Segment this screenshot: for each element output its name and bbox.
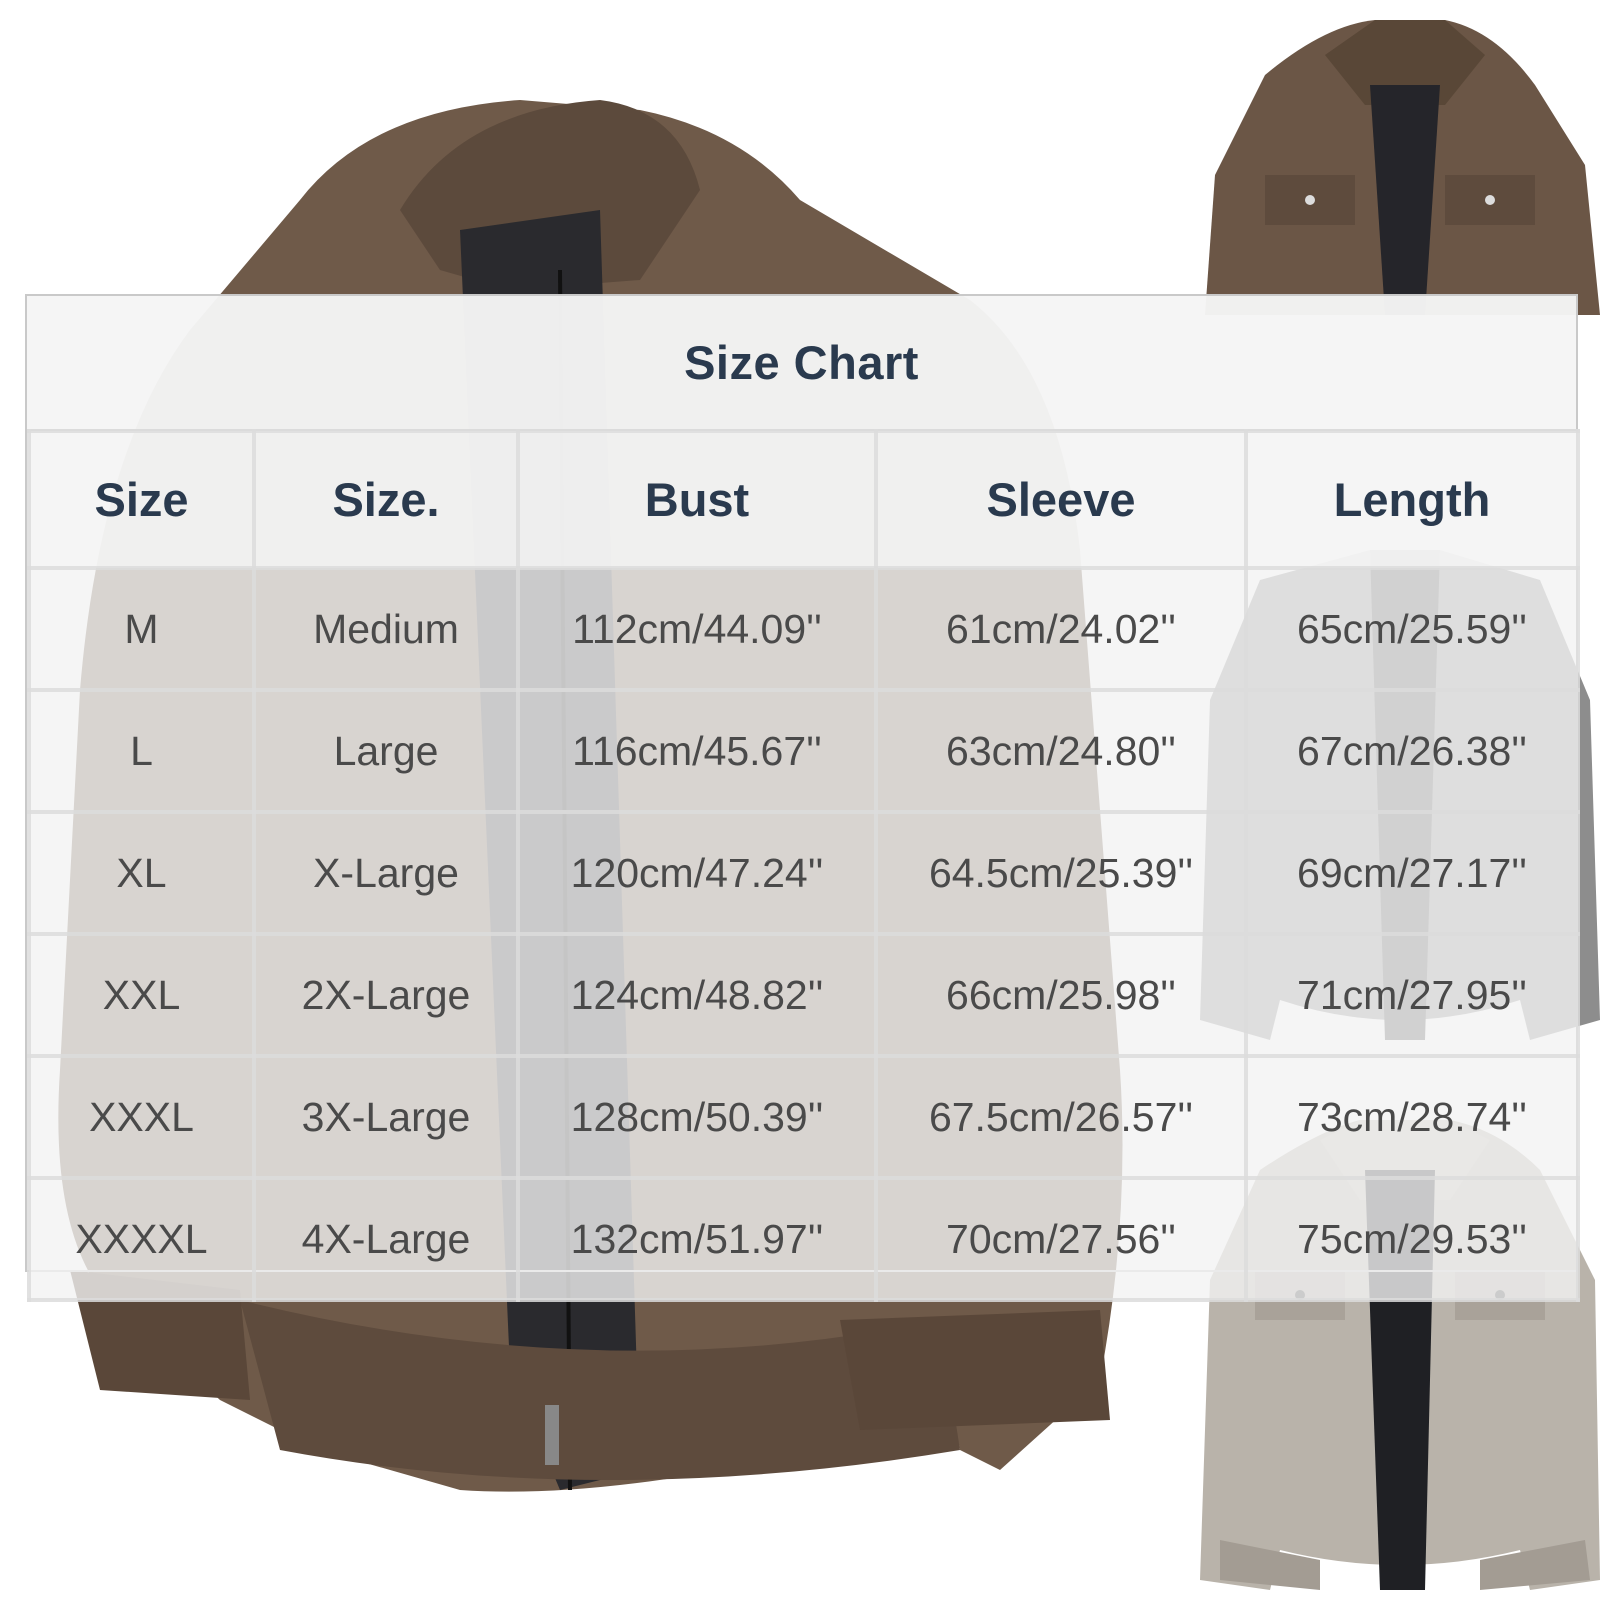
cell-sleeve: 64.5cm/25.39'' — [874, 810, 1248, 936]
cell-size-name: 4X-Large — [252, 1176, 520, 1302]
cell-size-name: X-Large — [252, 810, 520, 936]
column-header-length: Length — [1244, 429, 1580, 570]
cell-length: 73cm/28.74'' — [1244, 1054, 1580, 1180]
cell-bust: 112cm/44.09'' — [516, 566, 878, 692]
cell-size: XL — [27, 810, 256, 936]
size-table-header-row: Size Size. Bust Sleeve Length — [27, 429, 1580, 570]
column-header-sleeve: Sleeve — [874, 429, 1248, 570]
product-size-chart-image: Size Chart Size Size. Bust Sleeve Length — [0, 0, 1600, 1600]
cell-size-name: Medium — [252, 566, 520, 692]
table-row: XXL 2X-Large 124cm/48.82'' 66cm/25.98'' … — [27, 932, 1580, 1058]
cell-length: 67cm/26.38'' — [1244, 688, 1580, 814]
cell-sleeve: 61cm/24.02'' — [874, 566, 1248, 692]
cell-bust: 124cm/48.82'' — [516, 932, 878, 1058]
cell-length: 71cm/27.95'' — [1244, 932, 1580, 1058]
cell-bust: 120cm/47.24'' — [516, 810, 878, 936]
cell-length: 69cm/27.17'' — [1244, 810, 1580, 936]
cell-bust: 132cm/51.97'' — [516, 1176, 878, 1302]
size-chart-title-bar: Size Chart — [27, 296, 1576, 433]
column-header-bust: Bust — [516, 429, 878, 570]
cell-bust: 116cm/45.67'' — [516, 688, 878, 814]
size-chart-title: Size Chart — [684, 336, 919, 389]
table-row: M Medium 112cm/44.09'' 61cm/24.02'' 65cm… — [27, 566, 1580, 692]
cell-size: XXL — [27, 932, 256, 1058]
cell-size-name: 3X-Large — [252, 1054, 520, 1180]
size-chart: Size Chart Size Size. Bust Sleeve Length — [25, 294, 1580, 1302]
cell-size: XXXL — [27, 1054, 256, 1180]
table-row: XL X-Large 120cm/47.24'' 64.5cm/25.39'' … — [27, 810, 1580, 936]
cell-length: 65cm/25.59'' — [1244, 566, 1580, 692]
cell-size: M — [27, 566, 256, 692]
cell-size: XXXXL — [27, 1176, 256, 1302]
cell-sleeve: 67.5cm/26.57'' — [874, 1054, 1248, 1180]
brown-jacket-thumbnail-icon — [1205, 20, 1600, 315]
cell-sleeve: 70cm/27.56'' — [874, 1176, 1248, 1302]
column-header-size: Size — [27, 429, 256, 570]
table-row: L Large 116cm/45.67'' 63cm/24.80'' 67cm/… — [27, 688, 1580, 814]
cell-length: 75cm/29.53'' — [1244, 1176, 1580, 1302]
brown-jacket-thumbnail-image — [1205, 15, 1600, 315]
cell-sleeve: 66cm/25.98'' — [874, 932, 1248, 1058]
cell-size-name: Large — [252, 688, 520, 814]
cell-size-name: 2X-Large — [252, 932, 520, 1058]
cell-sleeve: 63cm/24.80'' — [874, 688, 1248, 814]
cell-bust: 128cm/50.39'' — [516, 1054, 878, 1180]
table-row: XXXXL 4X-Large 132cm/51.97'' 70cm/27.56'… — [27, 1176, 1580, 1302]
table-row: XXXL 3X-Large 128cm/50.39'' 67.5cm/26.57… — [27, 1054, 1580, 1180]
cell-size: L — [27, 688, 256, 814]
column-header-size-name: Size. — [252, 429, 520, 570]
size-table: Size Size. Bust Sleeve Length M Medium 1… — [27, 429, 1580, 1302]
